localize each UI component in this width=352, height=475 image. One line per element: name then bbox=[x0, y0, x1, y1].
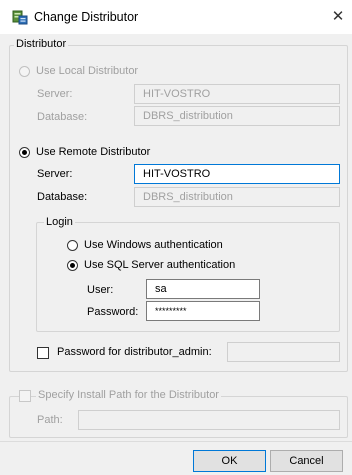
cancel-button[interactable]: Cancel bbox=[270, 450, 343, 472]
remote-server-label: Server: bbox=[37, 168, 73, 180]
distributor-admin-password-label: Password for distributor_admin: bbox=[57, 346, 212, 358]
user-input[interactable]: sa bbox=[146, 279, 260, 299]
password-input[interactable]: ********* bbox=[146, 301, 260, 321]
use-remote-distributor-radio[interactable] bbox=[19, 147, 30, 158]
specify-install-path-label: Specify Install Path for the Distributor bbox=[36, 389, 221, 401]
sql-auth-label: Use SQL Server authentication bbox=[84, 259, 236, 271]
local-database-label: Database: bbox=[37, 111, 88, 123]
install-path-field[interactable] bbox=[78, 410, 340, 430]
local-server-field[interactable]: HIT-VOSTRO bbox=[134, 84, 340, 104]
remote-database-field[interactable]: DBRS_distribution bbox=[134, 187, 340, 207]
distributor-admin-password-field[interactable] bbox=[227, 342, 340, 362]
install-path-label: Path: bbox=[37, 414, 63, 426]
windows-auth-radio[interactable] bbox=[67, 240, 78, 251]
password-label: Password: bbox=[87, 306, 139, 318]
windows-auth-label: Use Windows authentication bbox=[84, 239, 223, 251]
database-server-icon bbox=[12, 9, 28, 25]
distributor-admin-password-checkbox[interactable] bbox=[37, 347, 49, 359]
local-server-label: Server: bbox=[37, 88, 73, 100]
radio-selected-dot bbox=[70, 263, 75, 268]
remote-database-label: Database: bbox=[37, 191, 88, 203]
radio-selected-dot bbox=[22, 150, 27, 155]
specify-install-path-checkbox[interactable] bbox=[19, 390, 31, 402]
use-remote-distributor-label: Use Remote Distributor bbox=[36, 146, 151, 158]
sql-auth-radio[interactable] bbox=[67, 260, 78, 271]
local-database-field[interactable]: DBRS_distribution bbox=[134, 106, 340, 126]
footer-divider bbox=[0, 441, 352, 442]
use-local-distributor-label: Use Local Distributor bbox=[36, 65, 139, 77]
remote-server-input[interactable]: HIT-VOSTRO bbox=[134, 164, 340, 184]
use-local-distributor-radio[interactable] bbox=[19, 66, 30, 77]
window-title: Change Distributor bbox=[34, 10, 139, 24]
distributor-group-legend: Distributor bbox=[14, 38, 69, 50]
close-button[interactable]: ✕ bbox=[326, 5, 350, 29]
login-group-legend: Login bbox=[44, 216, 75, 228]
ok-button[interactable]: OK bbox=[193, 450, 266, 472]
user-label: User: bbox=[87, 284, 114, 296]
